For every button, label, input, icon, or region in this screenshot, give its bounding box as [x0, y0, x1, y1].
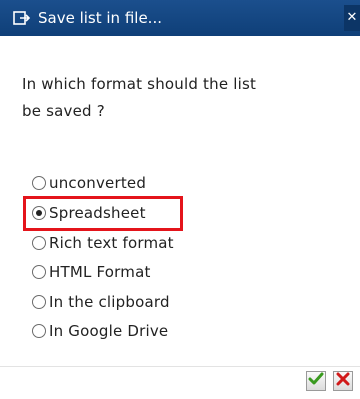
option-label: Rich text format: [49, 234, 174, 252]
radio-button[interactable]: [32, 176, 46, 190]
title-bar[interactable]: Save list in file... ✕: [0, 0, 360, 36]
option-google-drive[interactable]: In Google Drive: [32, 320, 168, 342]
radio-button[interactable]: [32, 236, 46, 250]
confirm-button[interactable]: [306, 371, 326, 391]
option-clipboard[interactable]: In the clipboard: [32, 291, 170, 313]
radio-button[interactable]: [32, 265, 46, 279]
option-unconverted[interactable]: unconverted: [32, 172, 146, 194]
cancel-button[interactable]: [333, 371, 353, 391]
option-label: In the clipboard: [49, 293, 170, 311]
dialog-title: Save list in file...: [38, 9, 162, 27]
export-icon: [12, 8, 32, 28]
save-list-dialog: Save list in file... ✕ In which format s…: [0, 0, 360, 399]
radio-button[interactable]: [32, 324, 46, 338]
cancel-x-icon: [335, 371, 351, 391]
option-label: HTML Format: [49, 263, 151, 281]
selection-highlight-box: [23, 196, 183, 231]
checkmark-icon: [308, 371, 324, 391]
footer-divider: [0, 366, 360, 367]
option-label: unconverted: [49, 174, 147, 192]
question-line-1: In which format should the list: [22, 75, 257, 93]
question-line-2: be saved ?: [22, 102, 105, 120]
radio-button[interactable]: [32, 295, 46, 309]
close-button[interactable]: ✕: [344, 5, 360, 31]
option-rich-text-format[interactable]: Rich text format: [32, 232, 174, 254]
option-label: In Google Drive: [49, 322, 169, 340]
option-html-format[interactable]: HTML Format: [32, 261, 151, 283]
format-question: In which format should the list be saved…: [22, 71, 322, 125]
